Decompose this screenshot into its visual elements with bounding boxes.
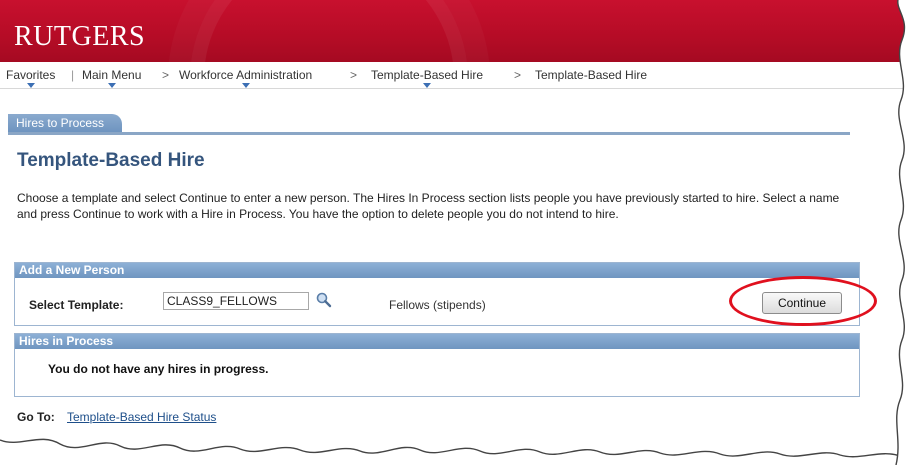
- select-template-label: Select Template:: [29, 298, 124, 312]
- rutgers-logo: RUTGERS: [14, 21, 146, 52]
- breadcrumb-separator: >: [350, 68, 358, 82]
- nav-workforce-administration[interactable]: Workforce Administration: [179, 68, 313, 88]
- tab-hires-to-process[interactable]: Hires to Process: [8, 114, 123, 133]
- breadcrumb-nav: Favorites | Main Menu > Workforce Admini…: [0, 62, 912, 89]
- rutgers-header: RUTGERS: [0, 0, 912, 62]
- nav-template-based-hire-menu[interactable]: Template-Based Hire: [371, 68, 484, 88]
- tab-underline: [8, 132, 850, 135]
- nav-template-based-hire-current: Template-Based Hire: [535, 68, 647, 82]
- chevron-down-icon: [423, 83, 432, 88]
- no-hires-message: You do not have any hires in progress.: [48, 362, 269, 376]
- nav-main-menu-label: Main Menu: [82, 68, 142, 82]
- nav-workforce-label: Workforce Administration: [179, 68, 313, 82]
- seal-watermark-icon: [190, 0, 468, 62]
- magnifier-lookup-icon[interactable]: [315, 291, 333, 309]
- continue-button[interactable]: Continue: [762, 292, 842, 314]
- chevron-down-icon: [107, 83, 116, 88]
- page-title: Template-Based Hire: [17, 150, 205, 171]
- chevron-down-icon: [241, 83, 250, 88]
- nav-favorites[interactable]: Favorites: [6, 68, 56, 88]
- chevron-down-icon: [26, 83, 35, 88]
- breadcrumb-separator: >: [514, 68, 522, 82]
- nav-divider: |: [71, 68, 75, 82]
- hires-in-process-header: Hires in Process: [15, 334, 859, 349]
- template-description: Fellows (stipends): [389, 298, 486, 312]
- nav-main-menu[interactable]: Main Menu: [82, 68, 142, 88]
- select-template-input[interactable]: [163, 292, 309, 310]
- add-new-person-header: Add a New Person: [15, 263, 859, 278]
- goto-label: Go To:: [17, 410, 55, 424]
- add-new-person-group: Add a New Person: [14, 262, 860, 326]
- nav-current-page-label: Template-Based Hire: [535, 68, 648, 82]
- breadcrumb-separator: >: [162, 68, 170, 82]
- peoplesoft-page: RUTGERS Favorites | Main Menu > Workforc…: [0, 0, 912, 465]
- template-hire-status-link[interactable]: Template-Based Hire Status: [67, 410, 216, 424]
- nav-template-hire-label: Template-Based Hire: [371, 68, 484, 82]
- nav-favorites-label: Favorites: [6, 68, 56, 82]
- page-instructions: Choose a template and select Continue to…: [17, 191, 840, 221]
